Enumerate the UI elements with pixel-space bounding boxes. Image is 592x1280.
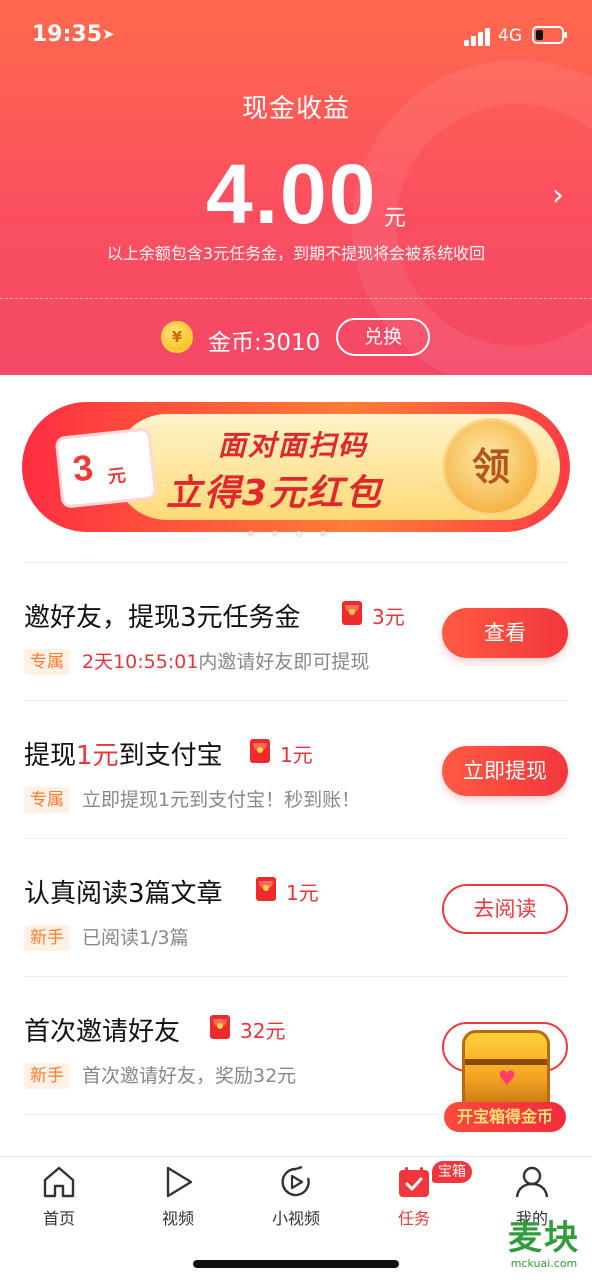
tab-label: 任务: [397, 1209, 430, 1228]
task-desc: 已阅读1/3篇: [82, 927, 189, 949]
site-watermark: 麦块 mckuai.com: [498, 1218, 590, 1270]
task-tag: 新手: [24, 925, 70, 951]
go-read-button[interactable]: 去阅读: [442, 884, 568, 934]
promo-banner[interactable]: 3 元 面对面扫码 立得3元红包 领: [22, 402, 570, 532]
pagination-dot: [248, 531, 254, 537]
task-item-withdraw-alipay: 提现1元到支付宝 1元 专属 立即提现1元到支付宝！秒到账！ 立即提现: [24, 700, 568, 838]
exchange-button[interactable]: 兑换: [336, 318, 430, 356]
treasure-badge: 宝箱: [432, 1161, 472, 1183]
pagination-dot: [320, 531, 326, 537]
tab-label: 小视频: [271, 1209, 320, 1228]
banner-headline: 面对面扫码: [218, 429, 369, 462]
task-item-invite-withdraw: 邀好友，提现3元任务金 3元 专属 2天10:55:01内邀请好友即可提现 查看: [24, 562, 568, 700]
tab-label: 首页: [42, 1209, 75, 1228]
task-desc: 首次邀请好友，奖励32元: [82, 1065, 297, 1087]
task-reward: 32元: [240, 1019, 286, 1043]
task-tag: 专属: [24, 787, 70, 813]
treasure-chest-widget[interactable]: ♥ 开宝箱得金币: [440, 1022, 570, 1134]
pagination-dot-active: [296, 531, 302, 537]
red-envelope-icon: [250, 739, 270, 763]
chevron-right-icon[interactable]: ›: [552, 178, 564, 213]
watermark-url: mckuai.com: [510, 1257, 578, 1270]
signal-icon: [464, 28, 492, 46]
tab-video[interactable]: 视频: [133, 1165, 223, 1229]
home-indicator[interactable]: [193, 1260, 399, 1268]
banner-subheadline: 立得3元红包: [166, 473, 384, 514]
red-envelope-icon: [256, 877, 276, 901]
chest-label[interactable]: 开宝箱得金币: [444, 1102, 566, 1132]
task-desc: 2天10:55:01内邀请好友即可提现: [82, 649, 369, 675]
claim-button[interactable]: 领: [442, 418, 540, 516]
task-reward: 1元: [280, 743, 313, 767]
task-desc: 立即提现1元到支付宝！秒到账！: [82, 789, 361, 811]
network-type: 4G: [498, 26, 522, 46]
watermark-logo: 麦块: [508, 1218, 580, 1258]
small-video-icon: [281, 1165, 310, 1197]
task-title: 邀好友，提现3元任务金: [24, 603, 301, 633]
tab-small-video[interactable]: 小视频: [251, 1165, 341, 1229]
task-title: 认真阅读3篇文章: [24, 879, 223, 909]
cash-amount[interactable]: 4.00: [206, 146, 378, 243]
coin-icon: ¥: [161, 321, 193, 353]
home-icon: [43, 1166, 75, 1198]
task-tag: 新手: [24, 1063, 70, 1089]
location-arrow-icon: ➤: [102, 25, 115, 43]
divider: [0, 298, 592, 299]
earnings-header: 19:35 ➤ 4G 现金收益 4.00 元 › 以上余额包含3元任务金，到期不…: [0, 0, 592, 375]
status-time: 19:35: [32, 22, 103, 47]
balance-note: 以上余额包含3元任务金，到期不提现将会被系统收回: [106, 244, 486, 263]
coupon-unit: 元: [106, 465, 127, 488]
task-reward: 3元: [372, 605, 405, 629]
task-desc-text: 内邀请好友即可提现: [198, 651, 370, 673]
battery-icon: [532, 26, 567, 44]
task-reward: 1元: [286, 881, 319, 905]
status-bar: 19:35 ➤ 4G: [0, 0, 592, 72]
withdraw-now-button[interactable]: 立即提现: [442, 746, 568, 796]
coupon-amount: 3: [70, 446, 95, 490]
tab-home[interactable]: 首页: [14, 1165, 104, 1229]
red-envelope-icon: [210, 1015, 230, 1039]
task-title-prefix: 提现: [24, 741, 77, 771]
banner-pagination: [248, 522, 344, 537]
coupon-card: 3 元: [54, 427, 158, 509]
task-title: 首次邀请好友: [24, 1017, 181, 1047]
task-tag: 专属: [24, 649, 70, 675]
coin-balance: 金币:3010: [208, 330, 321, 356]
tab-label: 视频: [161, 1209, 194, 1228]
countdown-timer: 2天10:55:01: [82, 651, 199, 673]
cash-unit: 元: [384, 206, 407, 231]
page-title: 现金收益: [241, 94, 350, 124]
task-title-highlight: 1元: [76, 741, 119, 771]
view-button[interactable]: 查看: [442, 608, 568, 658]
task-icon: [399, 1167, 429, 1197]
task-item-read-articles: 认真阅读3篇文章 1元 新手 已阅读1/3篇 去阅读: [24, 838, 568, 976]
heart-icon: ♥: [498, 1066, 516, 1090]
profile-icon: [515, 1166, 549, 1198]
task-title: 提现1元到支付宝: [24, 735, 223, 772]
pagination-dot: [272, 531, 278, 537]
red-envelope-icon: [342, 601, 362, 625]
play-icon: [166, 1166, 193, 1198]
task-title-suffix: 到支付宝: [118, 741, 223, 771]
